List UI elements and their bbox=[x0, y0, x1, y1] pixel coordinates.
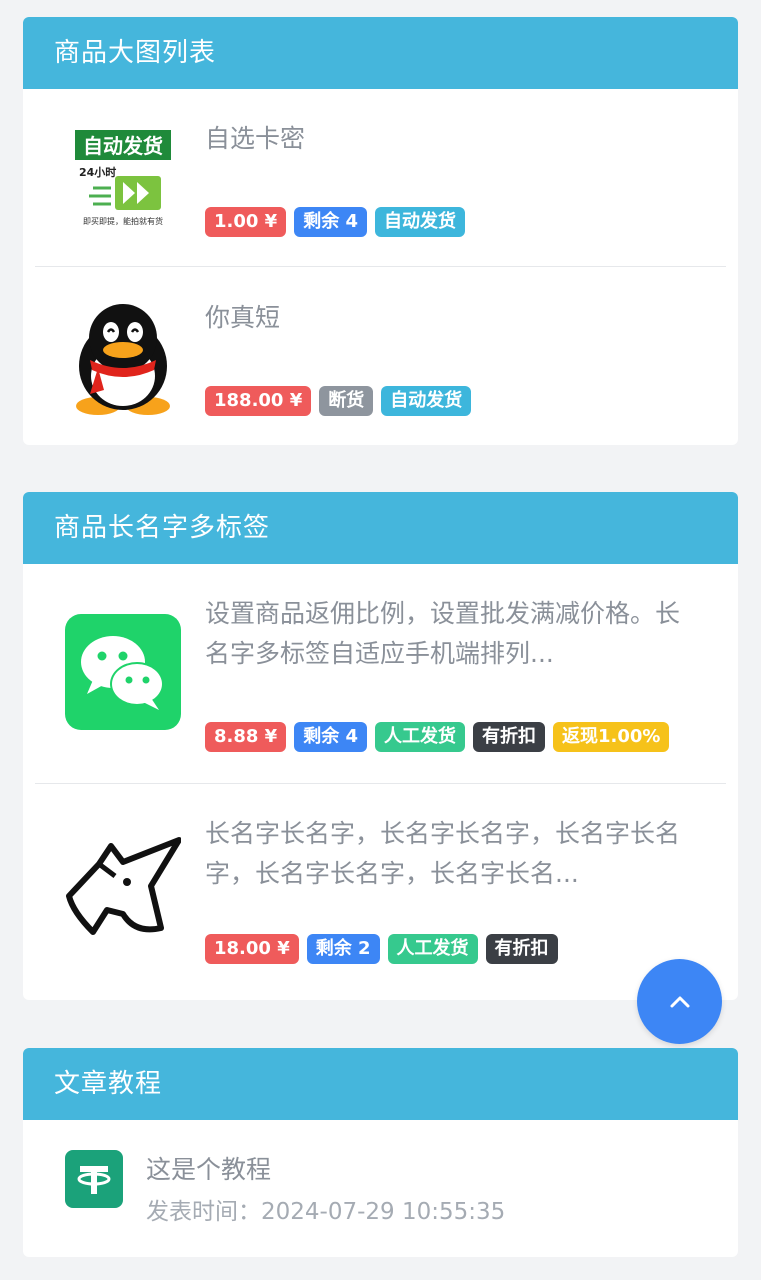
section-card-long-names: 商品长名字多标签 设置商品返佣比例，设置批发满减价格。长名字多标签自适应手机端排… bbox=[23, 492, 738, 1000]
section-card-large-images: 商品大图列表 自动发货 24小时 即买即提，能拍就有货 自选卡密 1.00 ¥ … bbox=[23, 17, 738, 445]
stock-tag: 剩余 4 bbox=[294, 207, 367, 237]
tag-row: 18.00 ¥ 剩余 2 人工发货 有折扣 bbox=[205, 934, 558, 964]
back-to-top-button[interactable] bbox=[637, 959, 722, 1044]
article-title[interactable]: 这是个教程 bbox=[146, 1150, 271, 1186]
product-name[interactable]: 设置商品返佣比例，设置批发满减价格。长名字多标签自适应手机端排列... bbox=[205, 594, 685, 674]
soldout-tag: 断货 bbox=[319, 386, 374, 416]
stock-tag: 剩余 4 bbox=[294, 722, 367, 752]
wechat-icon bbox=[65, 614, 181, 730]
delivery-tag: 人工发货 bbox=[387, 934, 478, 964]
discount-tag: 有折扣 bbox=[485, 934, 558, 964]
discount-tag: 有折扣 bbox=[473, 722, 545, 752]
delivery-tag: 自动发货 bbox=[381, 386, 472, 416]
penguin-icon bbox=[76, 304, 170, 415]
product-image[interactable]: 自动发货 24小时 即买即提，能拍就有货 bbox=[65, 123, 181, 235]
article-timestamp: 发表时间：2024-07-29 10:55:35 bbox=[146, 1199, 506, 1225]
svg-text:即买即提，能拍就有货: 即买即提，能拍就有货 bbox=[83, 216, 163, 226]
section-card-articles: 文章教程 这是个教程 发表时间：2024-07-29 10:55:35 bbox=[23, 1048, 738, 1257]
price-tag: 18.00 ¥ bbox=[205, 934, 299, 964]
stock-tag: 剩余 2 bbox=[306, 934, 380, 964]
product-name[interactable]: 你真短 bbox=[205, 298, 685, 338]
tag-row: 188.00 ¥ 断货 自动发货 bbox=[205, 386, 472, 416]
tag-row: 8.88 ¥ 剩余 4 人工发货 有折扣 返现1.00% bbox=[205, 722, 670, 752]
price-tag: 8.88 ¥ bbox=[205, 722, 287, 752]
product-item[interactable]: 自动发货 24小时 即买即提，能拍就有货 自选卡密 1.00 ¥ 剩余 4 自动… bbox=[35, 89, 726, 267]
delivery-tag: 人工发货 bbox=[375, 722, 465, 752]
tag-row: 1.00 ¥ 剩余 4 自动发货 bbox=[205, 207, 465, 237]
cashback-tag: 返现1.00% bbox=[553, 722, 670, 752]
product-image[interactable] bbox=[65, 614, 181, 730]
article-item[interactable]: 这是个教程 发表时间：2024-07-29 10:55:35 bbox=[23, 1120, 738, 1257]
chevron-up-icon bbox=[670, 996, 689, 1007]
section-title: 文章教程 bbox=[23, 1048, 738, 1120]
product-item[interactable]: 你真短 188.00 ¥ 断货 自动发货 bbox=[35, 268, 726, 445]
section-title: 商品长名字多标签 bbox=[23, 492, 738, 564]
auto-delivery-badge-icon: 自动发货 24小时 即买即提，能拍就有货 bbox=[65, 124, 181, 234]
price-tag: 188.00 ¥ bbox=[205, 386, 312, 416]
svg-text:24小时: 24小时 bbox=[79, 165, 116, 179]
price-tag: 1.00 ¥ bbox=[205, 207, 287, 237]
product-name[interactable]: 自选卡密 bbox=[205, 119, 685, 159]
product-image[interactable] bbox=[65, 302, 181, 415]
product-image[interactable] bbox=[65, 832, 181, 944]
unicorn-icon bbox=[66, 837, 181, 935]
product-name[interactable]: 长名字长名字，长名字长名字，长名字长名字，长名字长名字，长名字长名... bbox=[205, 814, 685, 894]
svg-text:自动发货: 自动发货 bbox=[83, 134, 163, 158]
delivery-tag: 自动发货 bbox=[375, 207, 465, 237]
tether-icon bbox=[65, 1150, 123, 1208]
product-item[interactable]: 长名字长名字，长名字长名字，长名字长名字，长名字长名字，长名字长名... 18.… bbox=[35, 784, 726, 1000]
section-title: 商品大图列表 bbox=[23, 17, 738, 89]
product-item[interactable]: 设置商品返佣比例，设置批发满减价格。长名字多标签自适应手机端排列... 8.88… bbox=[35, 564, 726, 784]
